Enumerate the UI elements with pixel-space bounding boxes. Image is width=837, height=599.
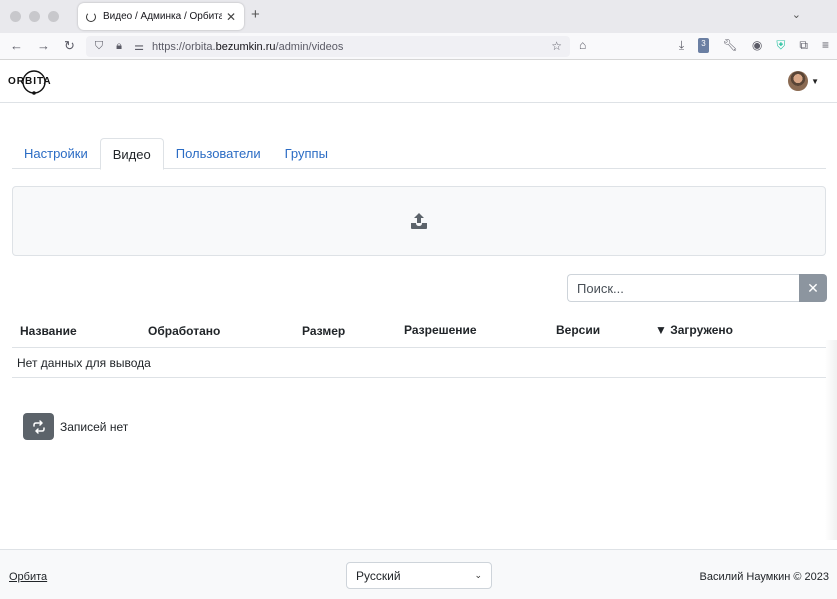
close-icon: ✕ [807, 279, 819, 296]
language-select[interactable]: Русский ⌄ [346, 562, 492, 589]
upload-dropzone[interactable] [12, 186, 826, 256]
user-menu[interactable]: ▼ [788, 71, 819, 91]
menu-icon[interactable]: ≡ [822, 38, 829, 53]
tab-groups[interactable]: Группы [273, 138, 340, 169]
url-text: https://orbita.bezumkin.ru/admin/videos [152, 40, 344, 53]
browser-toolbar: ⤓ 3 🔧︎ ◉ ⛨ ⧉ ≡ [679, 38, 829, 53]
close-window-button[interactable] [10, 11, 21, 22]
shield-outline-icon: ⛉ [94, 40, 104, 52]
search-group: ✕ [567, 274, 827, 302]
footer: Орбита Русский ⌄ Василий Наумкин © 2023 [0, 549, 837, 599]
close-tab-icon[interactable]: ✕ [226, 10, 236, 24]
browser-navbar: ← → ↻ ⛉ 🔒︎ ⚌ https://orbita.bezumkin.ru/… [0, 33, 837, 60]
browser-tab[interactable]: Видео / Админка / Орбита ✕ [78, 3, 244, 30]
logo-text: ORBITA [8, 76, 52, 87]
puzzle-icon[interactable]: ⧉ [799, 38, 808, 53]
column-header-name[interactable]: Название [20, 324, 77, 338]
home-icon[interactable]: ⌂ [579, 38, 586, 52]
admin-tabs: Настройки Видео Пользователи Группы [12, 138, 826, 170]
upload-icon [411, 213, 427, 229]
window-controls [10, 11, 59, 22]
repeat-icon [32, 419, 45, 434]
extension-badge-icon[interactable]: 3 [698, 38, 709, 53]
column-header-resolution[interactable]: Разрешение [404, 323, 477, 337]
wrench-icon[interactable]: 🔧︎ [723, 38, 738, 53]
search-input[interactable] [567, 274, 799, 302]
empty-table-text: Нет данных для вывода [17, 356, 151, 370]
column-header-uploaded[interactable]: ▼ Загружено [655, 323, 733, 337]
extension-circle-icon[interactable]: ◉ [752, 38, 762, 53]
records-count-text: Записей нет [60, 419, 129, 434]
bookmark-star-icon[interactable]: ☆ [551, 39, 562, 53]
shield-check-icon[interactable]: ⛨ [776, 38, 785, 53]
loading-icon [86, 11, 96, 22]
column-header-versions[interactable]: Версии [556, 323, 600, 337]
chevron-down-icon: ⌄ [474, 570, 482, 580]
tab-settings[interactable]: Настройки [12, 138, 100, 169]
minimize-window-button[interactable] [29, 11, 40, 22]
column-header-processed[interactable]: Обработано [148, 324, 220, 338]
tab-videos[interactable]: Видео [99, 138, 164, 170]
tab-list-chevron-icon[interactable]: ⌄ [792, 8, 801, 21]
download-icon[interactable]: ⤓ [679, 38, 684, 53]
maximize-window-button[interactable] [48, 11, 59, 22]
scroll-shadow [825, 340, 837, 540]
copyright-text: Василий Наумкин © 2023 [699, 571, 829, 583]
pagination: Записей нет [23, 413, 128, 440]
language-select-value: Русский [356, 568, 401, 583]
logo[interactable]: ORBITA [8, 68, 64, 96]
avatar[interactable] [788, 71, 809, 91]
permissions-icon: ⚌ [134, 41, 144, 53]
new-tab-icon[interactable]: + [251, 6, 260, 23]
clear-search-button[interactable]: ✕ [799, 274, 827, 302]
footer-home-link[interactable]: Орбита [9, 571, 47, 583]
lock-icon: 🔒︎ [116, 40, 122, 52]
column-header-size[interactable]: Размер [302, 324, 345, 338]
app-header: ORBITA ▼ [0, 60, 837, 103]
browser-tabstrip: Видео / Админка / Орбита ✕ + ⌄ [0, 0, 837, 33]
reload-icon[interactable]: ↻ [64, 38, 75, 54]
caret-down-icon[interactable]: ▼ [811, 77, 819, 86]
back-icon[interactable]: ← [10, 38, 23, 53]
table-row: Нет данных для вывода [12, 349, 826, 378]
forward-icon[interactable]: → [37, 38, 50, 53]
table-header: Название Обработано Размер Разрешение Ве… [12, 318, 826, 348]
url-bar[interactable]: ⛉ 🔒︎ ⚌ https://orbita.bezumkin.ru/admin/… [86, 36, 570, 57]
refresh-button[interactable] [23, 413, 54, 440]
tab-users[interactable]: Пользователи [164, 138, 273, 169]
browser-tab-title: Видео / Админка / Орбита [103, 11, 222, 22]
